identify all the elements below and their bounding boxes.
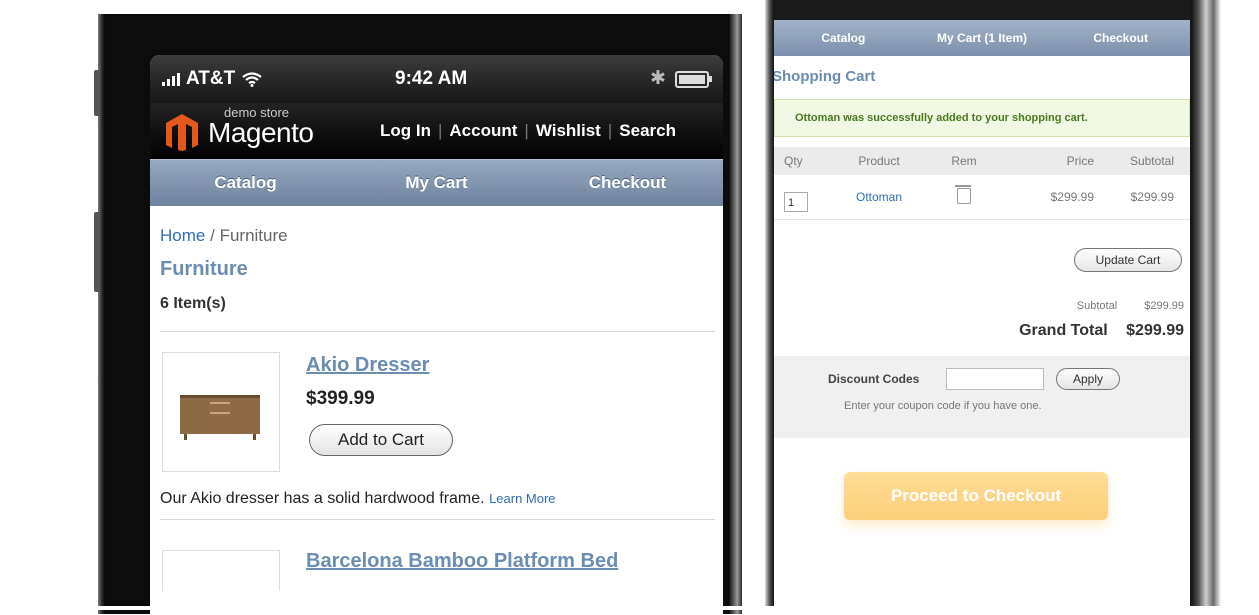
carrier-group: AT&T [162,68,263,90]
dresser-image [180,395,260,440]
grand-total-row: Grand Total $299.99 [1019,322,1184,340]
logo-text[interactable]: Magento [208,117,314,149]
search-link[interactable]: Search [619,121,676,141]
tab-checkout[interactable]: Checkout [1051,20,1190,56]
right-screen: Catalog My Cart (1 Item) Checkout Shoppi… [774,20,1190,610]
learn-more-link[interactable]: Learn More [489,491,555,506]
page-bottom [0,606,1259,610]
phone-edge-right [1191,0,1221,610]
tab-my-cart[interactable]: My Cart [341,160,532,206]
tab-bar: Catalog My Cart (1 Item) Checkout [774,20,1190,56]
login-link[interactable]: Log In [380,121,431,141]
side-button [94,212,100,292]
wishlist-link[interactable]: Wishlist [536,121,601,141]
site-header: demo store Magento Log In | Account | Wi… [150,103,723,159]
subtotal-value: $299.99 [1144,300,1184,312]
divider [160,519,715,520]
table-header: Qty Product Rem Price Subtotal [774,147,1190,175]
discount-hint: Enter your coupon code if you have one. [844,400,1042,412]
left-screen: AT&T 9:42 AM ✱ demo store Magento Log In… [150,55,723,615]
discount-code-input[interactable] [946,368,1044,390]
item-count: 6 Item(s) [160,295,226,312]
tab-catalog[interactable]: Catalog [774,20,913,56]
product-description: Our Akio dresser has a solid hardwood fr… [160,490,556,508]
battery-icon [675,71,712,88]
nav-separator: | [437,121,443,140]
description-text: Our Akio dresser has a solid hardwood fr… [160,490,485,507]
proceed-to-checkout-button[interactable]: Proceed to Checkout [844,472,1108,520]
breadcrumb: Home / Furniture [160,226,715,246]
column-header: Rem [951,154,977,168]
status-bar: AT&T 9:42 AM ✱ [150,55,723,103]
success-message: Ottoman was successfully added to your s… [774,99,1190,137]
qty-input[interactable]: 1 [784,192,808,212]
tab-catalog[interactable]: Catalog [150,160,341,206]
category-content: Home / Furniture Furniture 6 Item(s) Aki… [150,226,723,591]
grand-total-value: $299.99 [1126,322,1184,339]
breadcrumb-current: Furniture [219,226,288,245]
product-thumbnail[interactable] [162,550,280,591]
qty-cell: 1 [774,182,824,212]
volume-button [94,70,100,116]
phone-edge [765,0,774,610]
update-cart-button[interactable]: Update Cart [1074,248,1182,272]
product-name-link[interactable]: Barcelona Bamboo Platform Bed [306,550,618,573]
grand-total-label: Grand Total [1019,322,1108,339]
phone-edge-right [728,14,742,614]
carrier-name: AT&T [186,68,236,89]
discount-label: Discount Codes [828,372,920,386]
tab-checkout[interactable]: Checkout [532,160,723,206]
category-title: Furniture [160,258,248,280]
cart-table: Qty Product Rem Price Subtotal 1 Ottoman… [774,147,1190,220]
discount-panel: Discount Codes Apply Enter your coupon c… [774,356,1190,438]
column-header: Subtotal [1129,154,1174,168]
bluetooth-icon: ✱ [650,68,666,89]
signal-icon [162,72,180,86]
magento-logo-icon[interactable] [164,113,200,151]
breadcrumb-separator: / [210,226,215,245]
product-thumbnail[interactable] [162,352,280,472]
tab-bar: Catalog My Cart Checkout [150,159,723,206]
product-name-link[interactable]: Akio Dresser [306,354,429,377]
wifi-icon [242,72,262,87]
subtotal-row: Subtotal $299.99 [1053,300,1184,312]
breadcrumb-home[interactable]: Home [160,226,205,245]
page-title: Shopping Cart [774,68,876,85]
column-header: Qty [784,154,803,168]
add-to-cart-button[interactable]: Add to Cart [309,424,453,456]
top-nav: Log In | Account | Wishlist | Search [380,121,676,141]
table-row: 1 Ottoman $299.99 $299.99 [774,175,1190,220]
account-link[interactable]: Account [449,121,517,141]
tab-my-cart[interactable]: My Cart (1 Item) [913,20,1052,56]
subtotal-cell: $299.99 [1130,190,1174,204]
nav-separator: | [607,121,613,140]
product-price: $399.99 [306,388,375,409]
product-item: Akio Dresser $399.99 Add to Cart Our Aki… [160,332,715,507]
price-cell: $299.99 [1050,190,1094,204]
nav-separator: | [524,121,529,140]
apply-button[interactable]: Apply [1056,368,1120,390]
column-header: Price [1066,154,1094,168]
clock: 9:42 AM [395,68,468,89]
product-link[interactable]: Ottoman [824,190,934,204]
subtotal-label: Subtotal [1076,300,1118,312]
column-header: Product [858,154,900,168]
remove-cell [934,184,994,207]
trash-icon[interactable] [955,184,971,204]
